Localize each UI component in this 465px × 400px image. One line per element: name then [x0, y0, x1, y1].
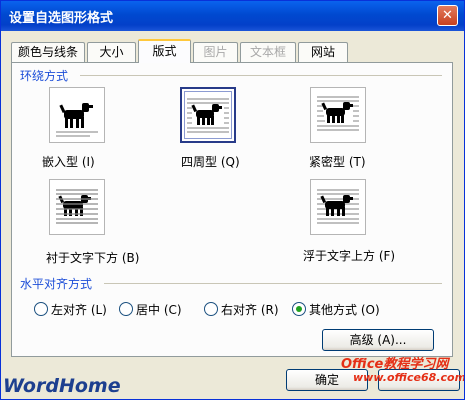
align-right-radio-circle[interactable]: [204, 302, 218, 316]
align-right-radio[interactable]: 右对齐 (R): [204, 301, 279, 318]
wrap-inline-icon: [56, 103, 98, 137]
wrap-inline-label: 嵌入型 (I): [42, 155, 95, 169]
wrap-section-divider: [80, 75, 442, 76]
wrap-in-front-of-text-icon: [317, 189, 359, 224]
wrap-tight-label: 紧密型 (T): [309, 155, 366, 169]
halign-section-divider: [104, 283, 442, 284]
align-center-radio-circle[interactable]: [119, 302, 133, 316]
wrap-behind-text-label: 衬于文字下方 (B): [46, 251, 140, 265]
layout-panel: 环绕方式 嵌入型 (I) 四周型 (Q) 紧密型 (T) 衬于文字下方 (B) …: [11, 62, 453, 357]
wrap-in-front-of-text-label: 浮于文字上方 (F): [303, 249, 396, 263]
align-other-radio-circle[interactable]: [292, 302, 306, 316]
align-left-radio[interactable]: 左对齐 (L): [34, 301, 107, 318]
advanced-button[interactable]: 高级 (A)...: [322, 329, 434, 351]
tab-text-box: 文本框: [240, 42, 296, 62]
align-left-radio-circle[interactable]: [34, 302, 48, 316]
tab-size[interactable]: 大小: [87, 42, 136, 62]
format-autoshape-dialog: 设置自选图形格式 ✕ 颜色与线条 大小 版式 图片 文本框 网站 环绕方式 嵌入…: [0, 0, 465, 400]
align-left-label: 左对齐 (L): [51, 303, 107, 317]
office-watermark-url: www.office68.com: [353, 371, 465, 384]
tab-web[interactable]: 网站: [298, 42, 348, 62]
office-watermark-title: Office教程学习网: [341, 357, 449, 372]
wordhome-watermark: WordHome: [3, 375, 121, 397]
wrap-square-option[interactable]: [180, 87, 236, 143]
wrap-inline-option[interactable]: [49, 87, 105, 143]
tab-layout[interactable]: 版式: [138, 39, 191, 63]
wrap-behind-text-icon: [56, 189, 98, 224]
halign-section-label: 水平对齐方式: [20, 277, 93, 291]
wrap-square-icon: [187, 98, 229, 133]
align-other-radio[interactable]: 其他方式 (O): [292, 301, 380, 318]
wrap-tight-icon: [317, 96, 359, 131]
align-other-label: 其他方式 (O): [309, 303, 380, 317]
tab-picture: 图片: [193, 42, 238, 62]
wrap-section-label: 环绕方式: [20, 69, 69, 83]
align-right-label: 右对齐 (R): [221, 303, 279, 317]
wrap-tight-option[interactable]: [310, 87, 366, 143]
dialog-title: 设置自选图形格式: [9, 11, 114, 26]
close-button[interactable]: ✕: [437, 5, 458, 26]
align-center-label: 居中 (C): [136, 303, 182, 317]
title-bar: 设置自选图形格式 ✕: [1, 1, 464, 31]
tab-colors-lines[interactable]: 颜色与线条: [11, 42, 85, 62]
wrap-in-front-of-text-option[interactable]: [310, 179, 366, 235]
wrap-square-label: 四周型 (Q): [181, 155, 240, 169]
wrap-behind-text-option[interactable]: [49, 179, 105, 235]
align-center-radio[interactable]: 居中 (C): [119, 301, 182, 318]
